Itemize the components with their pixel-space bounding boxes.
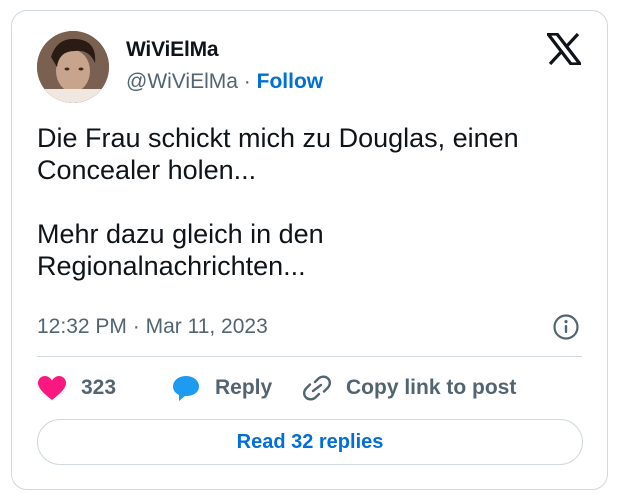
like-button[interactable]: 323 [37,373,116,403]
reply-label: Reply [215,376,273,399]
tweet-text: Die Frau schickt mich zu Douglas, einen … [37,123,519,281]
author-name[interactable]: WiViElMa [126,38,219,62]
reply-button[interactable]: Reply [171,373,272,403]
tweet-card: WiViElMa @WiViElMa · Follow Die Frau sch… [11,10,608,490]
date-separator: · [132,315,140,338]
tweet-time[interactable]: 12:32 PM [37,315,127,338]
info-icon[interactable] [552,313,580,341]
follow-button[interactable]: Follow [257,70,324,93]
tweet-date[interactable]: Mar 11, 2023 [146,315,268,338]
tweet-timestamp[interactable]: 12:32 PM · Mar 11, 2023 [37,315,268,339]
heart-icon [38,376,66,400]
speech-bubble-icon [173,376,199,401]
x-logo-icon[interactable] [547,33,581,65]
action-bar: 323 Reply Copy link to post [37,373,597,403]
read-replies-button[interactable]: Read 32 replies [37,419,583,465]
author-handle[interactable]: @WiViElMa [126,70,238,93]
copy-link-label: Copy link to post [346,376,517,399]
link-icon [302,375,332,401]
like-count: 323 [81,376,117,399]
author-handle-row: @WiViElMa · Follow [126,70,323,94]
copy-link-button[interactable]: Copy link to post [302,373,516,403]
divider [37,356,582,357]
avatar[interactable] [37,31,109,103]
handle-separator: · [243,70,251,93]
